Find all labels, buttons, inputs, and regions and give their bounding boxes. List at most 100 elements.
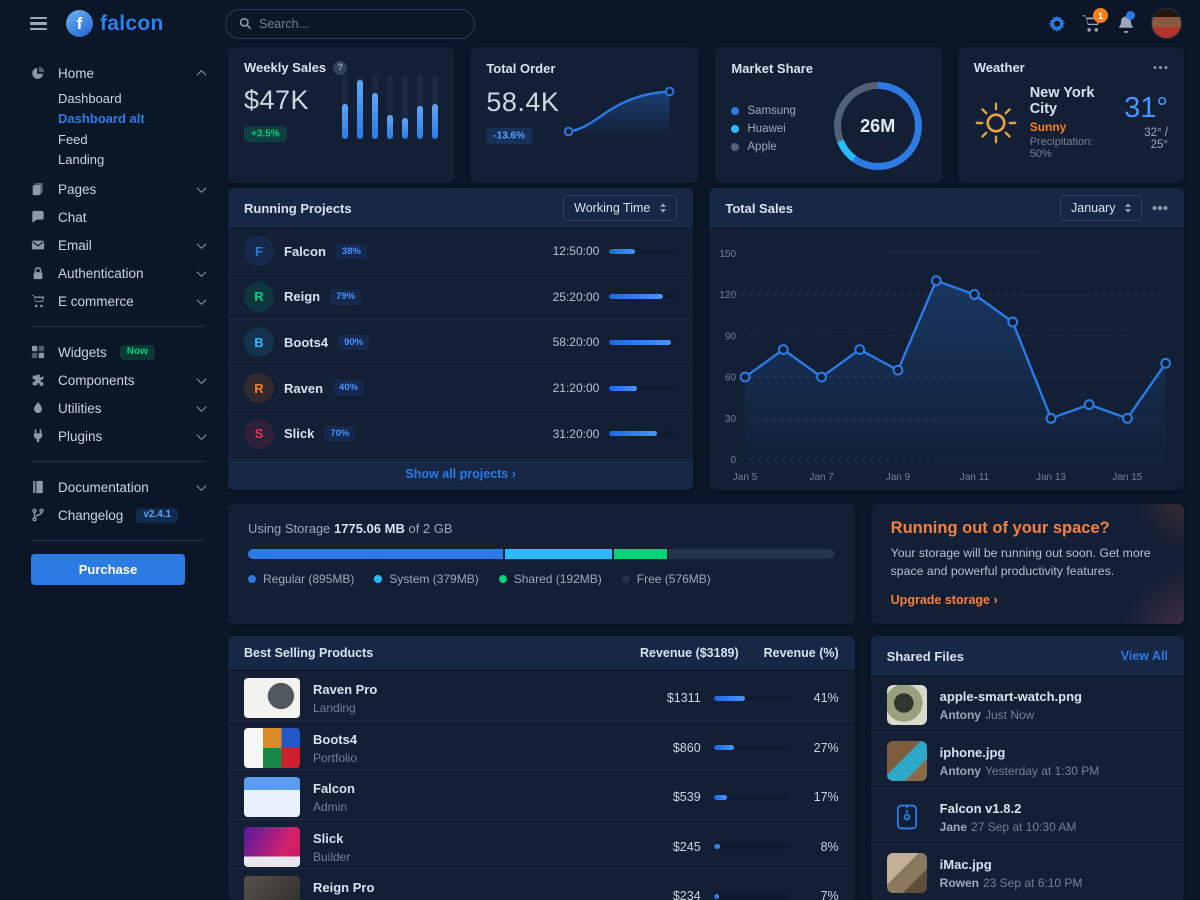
- view-all-link[interactable]: View All: [1121, 649, 1168, 663]
- product-thumbnail: [244, 777, 300, 817]
- files-list: apple-smart-watch.png Antony Just Now iph…: [871, 677, 1184, 900]
- project-time: 21:20:00: [553, 381, 600, 395]
- file-thumbnail: [887, 741, 927, 781]
- file-link[interactable]: Falcon v1.8.2: [940, 801, 1022, 816]
- storage-amount: 1775.06 MB: [334, 521, 405, 536]
- book-icon: [31, 480, 47, 494]
- weekly-sales-bar-chart: [342, 75, 438, 139]
- svg-text:60: 60: [725, 373, 737, 384]
- month-select[interactable]: January: [1060, 195, 1142, 221]
- cart-count-badge: 1: [1093, 8, 1108, 23]
- project-link[interactable]: Raven: [284, 381, 323, 396]
- sidebar-item-email[interactable]: Email: [31, 231, 211, 259]
- product-row-slick: SlickBuilder $245 8%: [228, 820, 855, 870]
- search-input[interactable]: [225, 9, 475, 39]
- sidebar-item-home[interactable]: Home: [31, 59, 211, 87]
- sidebar-item-authentication[interactable]: Authentication: [31, 259, 211, 287]
- product-link[interactable]: Reign Pro: [313, 880, 374, 895]
- show-all-projects-link[interactable]: Show all projects ›: [405, 467, 515, 481]
- sidebar-item-landing[interactable]: Landing: [58, 150, 211, 171]
- storage-progress-bar: [248, 549, 835, 559]
- product-row-reign-pro: Reign ProAgency $234 7%: [228, 869, 855, 900]
- svg-text:Jan 7: Jan 7: [810, 472, 835, 483]
- chat-icon: [31, 210, 47, 224]
- product-link[interactable]: Boots4: [313, 732, 357, 747]
- running-projects-title: Running Projects: [244, 201, 352, 216]
- file-link[interactable]: iMac.jpg: [940, 857, 992, 872]
- archive-file-icon: [896, 804, 918, 830]
- sidebar-item-dashboard[interactable]: Dashboard: [58, 88, 211, 109]
- product-row-raven-pro: Raven ProLanding $1311 41%: [228, 671, 855, 721]
- file-thumbnail: [887, 685, 927, 725]
- sun-icon: [974, 101, 1018, 145]
- project-link[interactable]: Slick: [284, 426, 314, 441]
- user-avatar[interactable]: [1151, 8, 1182, 39]
- topbar: f falcon 1: [0, 0, 1200, 47]
- weekly-sales-bar: [357, 75, 363, 139]
- project-link[interactable]: Boots4: [284, 335, 328, 350]
- sidebar-submenu: DashboardDashboard altFeedLanding: [58, 88, 211, 170]
- project-link[interactable]: Reign: [284, 289, 320, 304]
- stats-row: Weekly Sales ? $47K +3.5% Total Order 58…: [228, 47, 1184, 172]
- product-revenue: $539: [629, 790, 701, 804]
- space-promo-card: Running out of your space? Your storage …: [871, 504, 1184, 624]
- code-branch-icon: [31, 508, 47, 522]
- svg-text:30: 30: [725, 414, 737, 425]
- topbar-actions: 1: [1048, 8, 1182, 39]
- sidebar-item-chat[interactable]: Chat: [31, 203, 211, 231]
- project-link[interactable]: Falcon: [284, 244, 326, 259]
- projects-list: F Falcon 38% 12:50:00 R Reign 79% 25:20:…: [228, 229, 693, 457]
- product-percent: 41%: [803, 691, 839, 705]
- storage-legend-regular-895mb: Regular (895MB): [248, 572, 354, 586]
- file-owner: Antony: [940, 764, 981, 778]
- more-menu-icon[interactable]: [1158, 206, 1162, 210]
- product-progress-bar: [714, 844, 790, 849]
- project-row-reign: R Reign 79% 25:20:00: [228, 275, 693, 321]
- middle-row: Running Projects Working Time F Falcon 3…: [228, 188, 1184, 488]
- file-link[interactable]: apple-smart-watch.png: [940, 689, 1082, 704]
- sidebar-item-pages[interactable]: Pages: [31, 175, 211, 203]
- storage-legend-free-576mb: Free (576MB): [622, 572, 711, 586]
- cart-icon-button[interactable]: 1: [1082, 14, 1101, 33]
- storage-legend-system-379mb: System (379MB): [374, 572, 478, 586]
- sidebar-badge: Now: [120, 345, 155, 360]
- sidebar-item-dashboard-alt[interactable]: Dashboard alt: [58, 109, 211, 130]
- legend-dot: [374, 575, 382, 583]
- file-link[interactable]: iphone.jpg: [940, 745, 1006, 760]
- weather-temp: 31°: [1124, 94, 1168, 123]
- file-time: Just Now: [985, 708, 1034, 722]
- product-link[interactable]: Falcon: [313, 781, 355, 796]
- legend-item-samsung: Samsung: [731, 105, 796, 117]
- sidebar-item-components[interactable]: Components: [31, 366, 211, 394]
- chevron-down-icon: [197, 183, 207, 193]
- settings-gear-icon[interactable]: [1048, 15, 1066, 33]
- menu-toggle-button[interactable]: [28, 15, 49, 33]
- sidebar-item-utilities[interactable]: Utilities: [31, 394, 211, 422]
- product-row-falcon: FalconAdmin $539 17%: [228, 770, 855, 820]
- plugins-icon: [31, 429, 47, 443]
- product-revenue: $1311: [629, 691, 701, 705]
- upgrade-storage-link[interactable]: Upgrade storage ›: [891, 593, 998, 607]
- sidebar-item-plugins[interactable]: Plugins: [31, 422, 211, 450]
- product-link[interactable]: Raven Pro: [313, 682, 377, 697]
- product-revenue: $860: [629, 741, 701, 755]
- pie-chart-icon: [31, 66, 47, 80]
- falcon-logo[interactable]: f falcon: [66, 10, 164, 37]
- notification-dot: [1126, 11, 1135, 20]
- product-progress-bar: [714, 795, 790, 800]
- help-icon[interactable]: ?: [333, 61, 347, 75]
- sidebar-item-widgets[interactable]: WidgetsNow: [31, 338, 211, 366]
- working-time-select[interactable]: Working Time: [563, 195, 677, 221]
- sidebar-item-changelog[interactable]: Changelogv2.4.1: [31, 501, 211, 529]
- product-link[interactable]: Slick: [313, 831, 343, 846]
- purchase-button[interactable]: Purchase: [31, 554, 185, 585]
- notifications-bell-icon[interactable]: [1117, 15, 1135, 33]
- products-table: Raven ProLanding $1311 41% Boots4Portfol…: [228, 671, 855, 900]
- utilities-icon: [31, 401, 47, 415]
- sidebar-item-e-commerce[interactable]: E commerce: [31, 287, 211, 315]
- sidebar-item-documentation[interactable]: Documentation: [31, 473, 211, 501]
- svg-text:150: 150: [720, 249, 737, 260]
- project-time: 12:50:00: [553, 244, 600, 258]
- sidebar-item-feed[interactable]: Feed: [58, 129, 211, 150]
- more-menu-icon[interactable]: [1159, 66, 1163, 70]
